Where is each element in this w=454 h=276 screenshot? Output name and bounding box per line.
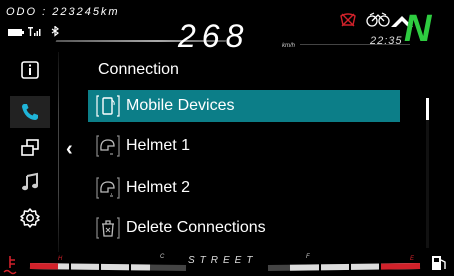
traction-control-icon — [366, 12, 390, 33]
info-icon — [21, 61, 39, 79]
menu-item-delete-connections[interactable]: Delete Connections — [88, 212, 400, 244]
speed-readout: 268 — [178, 18, 250, 54]
sidebar-item-info[interactable] — [16, 56, 44, 84]
scrollbar-track[interactable] — [426, 98, 429, 248]
warning-icon — [338, 12, 358, 33]
odometer: ODO : 223245km — [6, 6, 120, 18]
settings-icon — [20, 208, 40, 228]
menu-item-label: Helmet 1 — [126, 137, 191, 154]
fuel-gauge — [267, 262, 421, 272]
riding-mode-label: STREET — [188, 255, 258, 266]
signal-icon — [28, 27, 41, 36]
bluetooth-icon — [51, 25, 60, 37]
sidebar-divider — [58, 52, 59, 252]
menu-item-helmet-1[interactable]: Helmet 1 — [88, 130, 400, 162]
menu-item-label: Helmet 2 — [126, 179, 191, 196]
page-title: Connection — [98, 61, 179, 78]
mobile-device-icon — [96, 94, 120, 118]
helmet-1-icon — [96, 134, 120, 158]
scrollbar-thumb[interactable] — [426, 98, 429, 120]
fuel-high-label: F — [306, 254, 310, 260]
clock: 22:35 — [370, 35, 403, 47]
back-arrow-icon[interactable]: ‹ — [66, 138, 73, 161]
temperature-gauge — [29, 262, 187, 272]
menu-item-helmet-2[interactable]: Helmet 2 — [88, 172, 400, 204]
temp-low-label: C — [160, 254, 165, 260]
music-icon — [22, 172, 38, 191]
menu-item-mobile-devices[interactable]: Mobile Devices — [88, 90, 400, 122]
sidebar-item-settings[interactable] — [16, 204, 44, 232]
battery-icon — [8, 29, 24, 36]
speed-unit: km/h — [282, 43, 296, 49]
sidebar-item-music[interactable] — [16, 168, 44, 196]
windows-icon — [21, 139, 39, 156]
fuel-pump-icon — [432, 256, 446, 270]
helmet-2-icon — [96, 176, 120, 200]
temp-high-label: H — [58, 256, 63, 262]
delete-icon — [96, 216, 120, 240]
menu-item-label: Mobile Devices — [126, 97, 235, 114]
phone-icon — [22, 104, 38, 120]
sidebar-item-phone[interactable] — [16, 98, 44, 126]
coolant-temp-icon — [3, 256, 17, 275]
status-icons — [8, 25, 98, 40]
dashboard-screen: ODO : 223245km 268 km/h N 22:35 ‹ Connec… — [0, 0, 454, 276]
sidebar-item-windows[interactable] — [16, 134, 44, 162]
menu-item-label: Delete Connections — [126, 219, 266, 236]
fuel-low-label: E — [410, 256, 415, 262]
